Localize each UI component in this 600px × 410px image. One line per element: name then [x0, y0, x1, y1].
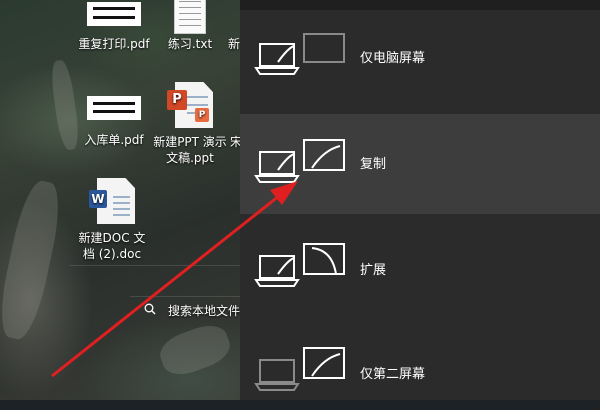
powerpoint-badge-icon: P	[167, 90, 187, 110]
desktop-icon-doc-new[interactable]: W 新建DOC 文 档 (2).doc	[74, 178, 150, 262]
option-second-screen-only[interactable]: 仅第二屏幕	[240, 322, 600, 400]
icon-label: 入库单.pdf	[84, 133, 144, 147]
search-local-files[interactable]: 搜索本地文件	[130, 296, 240, 325]
icon-label: 宋	[230, 135, 240, 149]
desktop-icon-partial[interactable]: 新	[228, 36, 240, 52]
option-pc-screen-only[interactable]: 仅电脑屏幕	[240, 10, 600, 110]
pc-screen-only-icon	[254, 33, 345, 75]
option-label: 扩展	[360, 263, 387, 278]
desktop-icon-pdf-reprint[interactable]: 重复打印.pdf	[76, 0, 152, 52]
desktop-wallpaper: 重复打印.pdf 练习.txt 新 入库单.pdf P P 新建PPT 演示 文…	[0, 0, 240, 400]
option-extend[interactable]: 扩展	[240, 218, 600, 318]
option-label: 仅电脑屏幕	[360, 51, 426, 66]
search-icon	[144, 297, 160, 325]
panel-top-bar	[240, 0, 600, 10]
divider	[70, 265, 240, 266]
option-label: 复制	[360, 157, 387, 172]
pdf-file-icon	[87, 96, 141, 120]
icon-label-line2: 档 (2).doc	[82, 247, 142, 261]
option-label: 仅第二屏幕	[360, 367, 426, 382]
desktop-icon-ppt-new[interactable]: P P 新建PPT 演示 文稿.ppt	[152, 82, 228, 166]
desktop-icon-partial[interactable]: 宋	[230, 134, 240, 150]
icon-label: 新	[228, 37, 240, 51]
rock-texture	[0, 177, 67, 343]
desktop-icon-pdf-stockin[interactable]: 入库单.pdf	[76, 88, 152, 148]
icon-label-line1: 新建PPT 演示	[153, 135, 227, 149]
powerpoint-small-badge-icon: P	[195, 108, 209, 122]
icon-label: 重复打印.pdf	[78, 37, 150, 51]
project-display-panel: 仅电脑屏幕 复制 扩展 仅第二屏幕	[240, 0, 600, 400]
search-label: 搜索本地文件	[168, 304, 240, 318]
word-badge-icon: W	[89, 190, 107, 208]
icon-label: 练习.txt	[167, 37, 213, 51]
icon-label-line2: 文稿.ppt	[166, 151, 214, 165]
desktop-icon-txt-practice[interactable]: 练习.txt	[152, 0, 228, 52]
pdf-file-icon	[87, 2, 141, 26]
extend-icon	[254, 243, 345, 287]
option-duplicate[interactable]: 复制	[240, 114, 600, 214]
text-file-icon	[174, 0, 206, 34]
icon-label-line1: 新建DOC 文	[78, 231, 146, 245]
duplicate-icon	[254, 139, 345, 183]
rock-texture	[155, 319, 235, 381]
